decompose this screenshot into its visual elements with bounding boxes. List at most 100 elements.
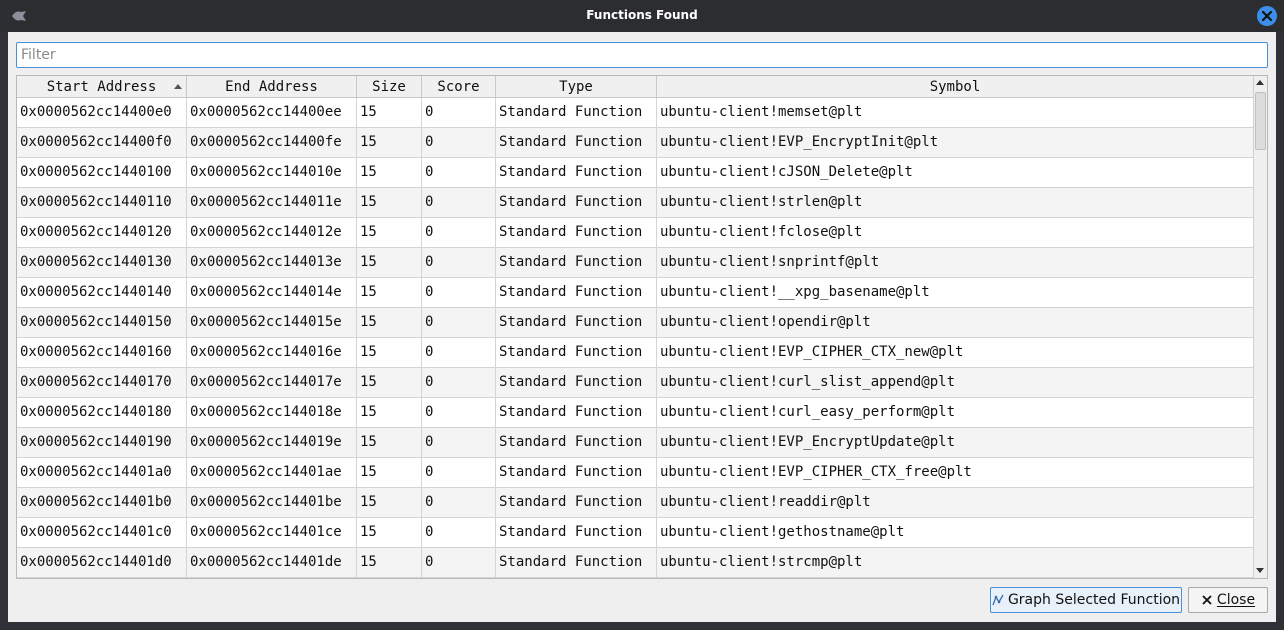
start-address-cell: 0x0000562cc1440110 — [17, 188, 187, 218]
table-row[interactable]: 0x0000562cc1440150 0x0000562cc144015e 15 0 S… — [17, 308, 1253, 338]
symbol-cell: ubuntu-client!readdir@plt — [660, 494, 871, 510]
end-address-cell: 0x0000562cc144012e — [187, 218, 357, 248]
table-row[interactable]: 0x0000562cc14401a0 0x0000562cc14401ae 15 0 S… — [17, 458, 1253, 488]
table-row[interactable]: 0x0000562cc14400e0 0x0000562cc14400ee 15 0 S… — [17, 98, 1253, 128]
column-header-symbol[interactable]: Symbol — [657, 76, 1253, 98]
type-cell: Standard Function — [496, 368, 657, 398]
type-cell: Standard Function — [496, 308, 657, 338]
scrollbar-thumb[interactable] — [1255, 92, 1266, 150]
score-cell: 0 — [422, 458, 496, 488]
score-cell: 0 — [422, 428, 496, 458]
column-header-type[interactable]: Type — [496, 76, 657, 98]
size-cell: 15 — [357, 548, 422, 578]
table-row[interactable]: 0x0000562cc14400f0 0x0000562cc14400fe 15 0 S… — [17, 128, 1253, 158]
column-header-score[interactable]: Score — [422, 76, 496, 98]
close-button[interactable]: Close — [1188, 587, 1268, 613]
start-address-cell: 0x0000562cc1440180 — [17, 398, 187, 428]
table-row[interactable]: 0x0000562cc1440170 0x0000562cc144017e 15 0 S… — [17, 368, 1253, 398]
symbol-cell: ubuntu-client!EVP_CIPHER_CTX_free@plt — [660, 464, 972, 480]
size-cell: 15 — [357, 488, 422, 518]
start-address-cell: 0x0000562cc14401a0 — [17, 458, 187, 488]
symbol-cell: ubuntu-client!opendir@plt — [660, 314, 871, 330]
table-header: Start Address End Address Size Score Typ… — [17, 76, 1253, 98]
table-row[interactable]: 0x0000562cc14401c0 0x0000562cc14401ce 15 0 S… — [17, 518, 1253, 548]
size-cell: 15 — [357, 308, 422, 338]
title-bar: Functions Found — [0, 0, 1284, 32]
window-close-button[interactable] — [1257, 6, 1277, 26]
start-address-cell: 0x0000562cc1440130 — [17, 248, 187, 278]
window-title: Functions Found — [586, 8, 698, 22]
end-address-cell: 0x0000562cc144019e — [187, 428, 357, 458]
filter-input[interactable] — [16, 42, 1268, 68]
graph-selected-function-button[interactable]: Graph Selected Function — [990, 587, 1182, 613]
type-cell: Standard Function — [496, 248, 657, 278]
score-cell: 0 — [422, 368, 496, 398]
score-cell: 0 — [422, 98, 496, 128]
symbol-cell: ubuntu-client!gethostname@plt — [660, 524, 905, 540]
scroll-up-icon[interactable] — [1256, 80, 1264, 85]
end-address-cell: 0x0000562cc144014e — [187, 278, 357, 308]
table-row[interactable]: 0x0000562cc1440130 0x0000562cc144013e 15 0 S… — [17, 248, 1253, 278]
size-cell: 15 — [357, 368, 422, 398]
column-header-start-address[interactable]: Start Address — [17, 76, 187, 98]
functions-found-dialog: Functions Found Start Address End Addres… — [0, 0, 1284, 630]
functions-table: Start Address End Address Size Score Typ… — [16, 75, 1268, 579]
graph-button-label: Graph Selected Function — [1007, 592, 1181, 608]
end-address-cell: 0x0000562cc14400ee — [187, 98, 357, 128]
symbol-cell: ubuntu-client!curl_slist_append@plt — [660, 374, 956, 390]
size-cell: 15 — [357, 98, 422, 128]
window-bottom-edge — [8, 622, 1276, 630]
size-cell: 15 — [357, 278, 422, 308]
vertical-scrollbar[interactable] — [1253, 76, 1267, 578]
symbol-cell: ubuntu-client!snprintf@plt — [660, 254, 880, 270]
score-cell: 0 — [422, 308, 496, 338]
table-row[interactable]: 0x0000562cc1440190 0x0000562cc144019e 15 0 S… — [17, 428, 1253, 458]
score-cell: 0 — [422, 398, 496, 428]
end-address-cell: 0x0000562cc144017e — [187, 368, 357, 398]
size-cell: 15 — [357, 518, 422, 548]
start-address-cell: 0x0000562cc1440150 — [17, 308, 187, 338]
symbol-cell: ubuntu-client!memset@plt — [660, 104, 863, 120]
score-cell: 0 — [422, 338, 496, 368]
end-address-cell: 0x0000562cc14401ce — [187, 518, 357, 548]
size-cell: 15 — [357, 338, 422, 368]
start-address-cell: 0x0000562cc1440160 — [17, 338, 187, 368]
score-cell: 0 — [422, 218, 496, 248]
start-address-cell: 0x0000562cc1440190 — [17, 428, 187, 458]
type-cell: Standard Function — [496, 488, 657, 518]
symbol-cell: ubuntu-client!EVP_CIPHER_CTX_new@plt — [660, 344, 964, 360]
table-row[interactable]: 0x0000562cc1440160 0x0000562cc144016e 15 0 S… — [17, 338, 1253, 368]
table-row[interactable]: 0x0000562cc1440180 0x0000562cc144018e 15 0 S… — [17, 398, 1253, 428]
score-cell: 0 — [422, 548, 496, 578]
scroll-down-icon[interactable] — [1256, 568, 1264, 573]
sort-ascending-icon — [174, 84, 182, 89]
symbol-cell: ubuntu-client!EVP_EncryptInit@plt — [660, 134, 939, 150]
score-cell: 0 — [422, 248, 496, 278]
type-cell: Standard Function — [496, 188, 657, 218]
end-address-cell: 0x0000562cc144015e — [187, 308, 357, 338]
start-address-cell: 0x0000562cc1440120 — [17, 218, 187, 248]
end-address-cell: 0x0000562cc144010e — [187, 158, 357, 188]
symbol-cell: ubuntu-client!cJSON_Delete@plt — [660, 164, 913, 180]
dialog-content: Start Address End Address Size Score Typ… — [8, 32, 1276, 622]
size-cell: 15 — [357, 248, 422, 278]
size-cell: 15 — [357, 218, 422, 248]
type-cell: Standard Function — [496, 428, 657, 458]
table-row[interactable]: 0x0000562cc14401d0 0x0000562cc14401de 15 0 S… — [17, 548, 1253, 578]
table-row[interactable]: 0x0000562cc14401b0 0x0000562cc14401be 15 0 S… — [17, 488, 1253, 518]
end-address-cell: 0x0000562cc14401de — [187, 548, 357, 578]
score-cell: 0 — [422, 518, 496, 548]
start-address-cell: 0x0000562cc1440170 — [17, 368, 187, 398]
type-cell: Standard Function — [496, 338, 657, 368]
table-row[interactable]: 0x0000562cc1440110 0x0000562cc144011e 15 0 S… — [17, 188, 1253, 218]
close-button-label: Close — [1216, 592, 1256, 608]
type-cell: Standard Function — [496, 278, 657, 308]
column-header-end-address[interactable]: End Address — [187, 76, 357, 98]
table-row[interactable]: 0x0000562cc1440120 0x0000562cc144012e 15 0 S… — [17, 218, 1253, 248]
table-row[interactable]: 0x0000562cc1440100 0x0000562cc144010e 15 0 S… — [17, 158, 1253, 188]
column-header-size[interactable]: Size — [357, 76, 422, 98]
type-cell: Standard Function — [496, 548, 657, 578]
table-row[interactable]: 0x0000562cc1440140 0x0000562cc144014e 15 0 S… — [17, 278, 1253, 308]
graph-icon — [992, 594, 1004, 606]
type-cell: Standard Function — [496, 398, 657, 428]
